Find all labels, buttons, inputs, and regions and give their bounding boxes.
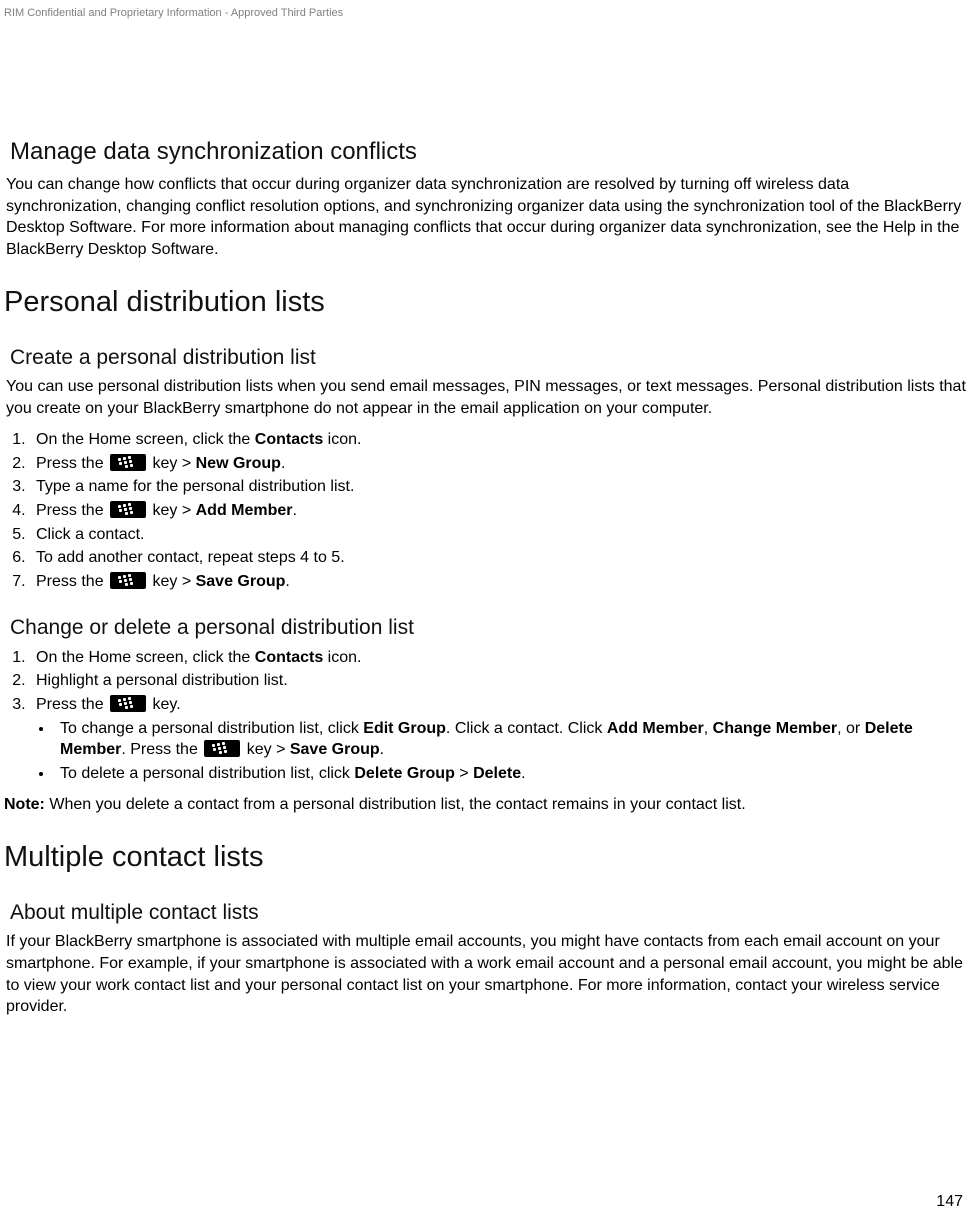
text: , or	[837, 720, 865, 737]
step-1: On the Home screen, click the Contacts i…	[30, 429, 969, 451]
text: icon.	[323, 431, 361, 448]
text: .	[285, 573, 289, 590]
note-label: Note:	[4, 796, 45, 813]
heading-change-delete: Change or delete a personal distribution…	[10, 614, 969, 642]
bullet-change: To change a personal distribution list, …	[54, 718, 969, 761]
text: . Press the	[121, 741, 202, 758]
steps-create: On the Home screen, click the Contacts i…	[4, 429, 969, 592]
step-5: Click a contact.	[30, 524, 969, 546]
bold-delete-group: Delete Group	[354, 765, 454, 782]
step-4: Press the key > Add Member.	[30, 500, 969, 522]
sub-bullets: To change a personal distribution list, …	[36, 718, 969, 785]
confidential-header: RIM Confidential and Proprietary Informa…	[0, 0, 973, 21]
menu-key-icon	[110, 572, 146, 589]
text: icon.	[323, 649, 361, 666]
bold-change-member: Change Member	[713, 720, 837, 737]
bold-new-group: New Group	[196, 455, 281, 472]
bold-save-group: Save Group	[290, 741, 380, 758]
text: Press the	[36, 502, 108, 519]
menu-key-icon	[204, 740, 240, 757]
heading-about-multiple: About multiple contact lists	[10, 899, 969, 927]
menu-key-icon	[110, 695, 146, 712]
bold-edit-group: Edit Group	[363, 720, 446, 737]
steps-change: On the Home screen, click the Contacts i…	[4, 647, 969, 785]
text: To change a personal distribution list, …	[60, 720, 363, 737]
menu-key-icon	[110, 454, 146, 471]
step-2: Highlight a personal distribution list.	[30, 670, 969, 692]
text: Press the	[36, 455, 108, 472]
step-3: Type a name for the personal distributio…	[30, 476, 969, 498]
step-1: On the Home screen, click the Contacts i…	[30, 647, 969, 669]
text: key >	[242, 741, 290, 758]
bold-add-member: Add Member	[607, 720, 704, 737]
menu-key-icon	[110, 501, 146, 518]
text: key.	[148, 696, 181, 713]
text: ,	[704, 720, 713, 737]
heading-manage-conflicts: Manage data synchronization conflicts	[10, 136, 969, 168]
heading-create-list: Create a personal distribution list	[10, 344, 969, 372]
bold-save-group: Save Group	[196, 573, 286, 590]
page-number: 147	[936, 1191, 963, 1213]
heading-multiple-contact-lists: Multiple contact lists	[4, 838, 969, 877]
text: . Click a contact. Click	[446, 720, 607, 737]
text: key >	[148, 455, 196, 472]
text: Press the	[36, 573, 108, 590]
text: To delete a personal distribution list, …	[60, 765, 354, 782]
text: .	[281, 455, 285, 472]
text: .	[380, 741, 384, 758]
text: key >	[148, 573, 196, 590]
page-content: Manage data synchronization conflicts Yo…	[0, 21, 973, 1018]
text: key >	[148, 502, 196, 519]
note: Note: When you delete a contact from a p…	[4, 794, 969, 816]
step-3: Press the key. To change a personal dist…	[30, 694, 969, 784]
para-about-multiple: If your BlackBerry smartphone is associa…	[6, 931, 969, 1017]
text: .	[521, 765, 525, 782]
bold-contacts: Contacts	[255, 431, 323, 448]
text: On the Home screen, click the	[36, 431, 255, 448]
para-create-intro: You can use personal distribution lists …	[6, 376, 969, 419]
step-7: Press the key > Save Group.	[30, 571, 969, 593]
heading-personal-dist: Personal distribution lists	[4, 283, 969, 322]
bullet-delete: To delete a personal distribution list, …	[54, 763, 969, 785]
text: >	[455, 765, 473, 782]
text: .	[293, 502, 297, 519]
text: Press the	[36, 696, 108, 713]
text: On the Home screen, click the	[36, 649, 255, 666]
step-2: Press the key > New Group.	[30, 453, 969, 475]
step-6: To add another contact, repeat steps 4 t…	[30, 547, 969, 569]
note-body: When you delete a contact from a persona…	[45, 796, 746, 813]
bold-add-member: Add Member	[196, 502, 293, 519]
para-manage-conflicts: You can change how conflicts that occur …	[6, 174, 969, 260]
bold-delete: Delete	[473, 765, 521, 782]
bold-contacts: Contacts	[255, 649, 323, 666]
